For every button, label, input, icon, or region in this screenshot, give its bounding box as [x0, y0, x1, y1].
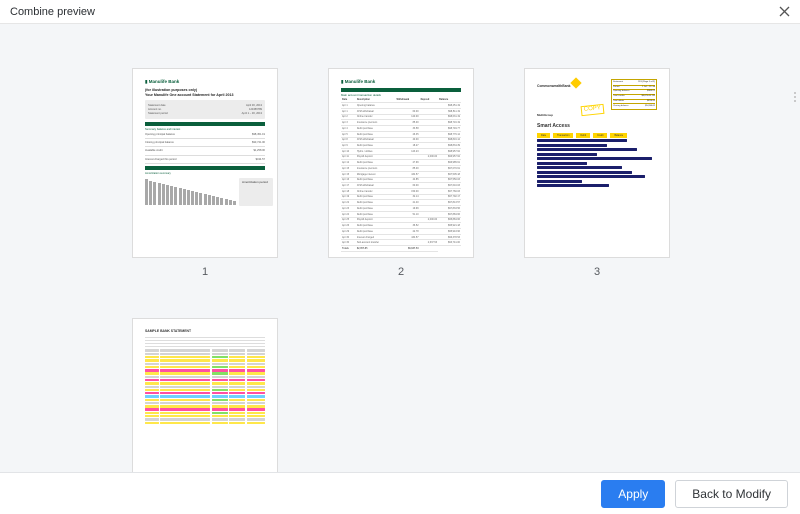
page-number: 3	[594, 266, 600, 278]
close-icon	[779, 6, 790, 17]
page-thumbnail-1[interactable]: ▮ Manulife Bank(for illustration purpose…	[132, 68, 278, 258]
back-to-modify-button[interactable]: Back to Modify	[675, 480, 788, 508]
dialog-title: Combine preview	[10, 6, 95, 18]
dialog-header: Combine preview	[0, 0, 800, 24]
page-cell-3: CommonwealthBankStatement119 (Page 1 of …	[524, 68, 670, 278]
apply-button[interactable]: Apply	[601, 480, 665, 508]
page-cell-1: ▮ Manulife Bank(for illustration purpose…	[132, 68, 278, 278]
pages-grid: ▮ Manulife Bank(for illustration purpose…	[0, 68, 800, 472]
page-thumbnail-4[interactable]: SAMPLE BANK STATEMENT	[132, 318, 278, 472]
close-button[interactable]	[776, 4, 792, 20]
page-number: 2	[398, 266, 404, 278]
footer-bar: Apply Back to Modify	[0, 472, 800, 514]
page-number: 1	[202, 266, 208, 278]
preview-area: ▮ Manulife Bank(for illustration purpose…	[0, 24, 800, 472]
scroll-handle-icon[interactable]	[794, 92, 800, 102]
page-cell-2: ▮ Manulife BankMain account transaction …	[328, 68, 474, 278]
page-thumbnail-2[interactable]: ▮ Manulife BankMain account transaction …	[328, 68, 474, 258]
page-thumbnail-3[interactable]: CommonwealthBankStatement119 (Page 1 of …	[524, 68, 670, 258]
page-cell-4: SAMPLE BANK STATEMENT 4	[132, 318, 278, 472]
